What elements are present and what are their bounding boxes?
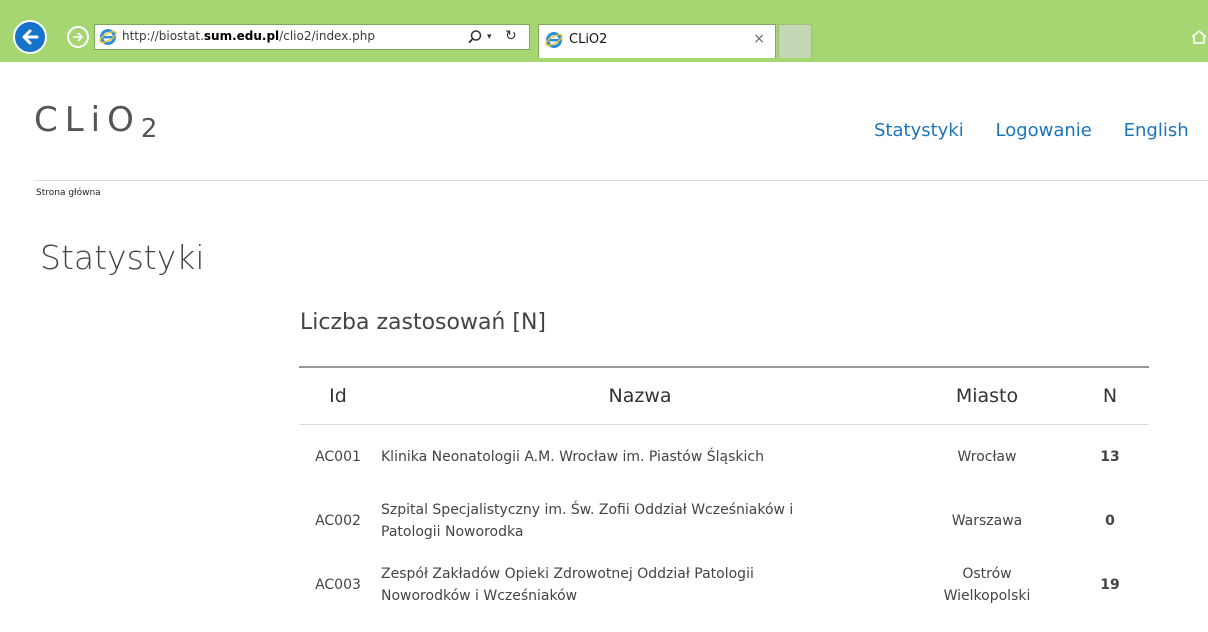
- main-nav: Statystyki Logowanie English: [874, 120, 1208, 141]
- column-header-n: N: [1071, 368, 1149, 425]
- table-row: AC003 Zespół Zakładów Opieki Zdrowotnej …: [299, 553, 1149, 617]
- cell-city: Ostrów Wielkopolski: [903, 553, 1071, 617]
- home-icon[interactable]: [1190, 28, 1208, 46]
- arrow-left-icon: [22, 29, 39, 45]
- ie-logo-icon: [545, 32, 563, 48]
- stats-table: Id Nazwa Miasto N AC001 Klinika Neonatol…: [299, 368, 1149, 617]
- new-tab-button[interactable]: [778, 24, 812, 58]
- url-host: sum.edu.pl: [203, 29, 280, 43]
- nav-item-logowanie[interactable]: Logowanie: [995, 120, 1091, 141]
- cell-n: 0: [1105, 513, 1115, 529]
- tab-title: CLiO2: [569, 32, 608, 47]
- cell-name-line1: Zespół Zakładów Opieki Zdrowotnej Oddzia…: [381, 566, 754, 582]
- cell-id: AC003: [315, 577, 361, 593]
- browser-chrome: http://biostat.sum.edu.pl/clio2/index.ph…: [0, 0, 1208, 62]
- address-bar[interactable]: http://biostat.sum.edu.pl/clio2/index.ph…: [94, 24, 530, 50]
- cell-name: Szpital Specjalistyczny im. Św. Zofii Od…: [377, 489, 903, 553]
- cell-name: Zespół Zakładów Opieki Zdrowotnej Oddzia…: [377, 553, 903, 617]
- cell-name-line2: Patologii Noworodka: [381, 524, 524, 540]
- table-header-row: Id Nazwa Miasto N: [299, 368, 1149, 425]
- cell-id: AC002: [315, 513, 361, 529]
- cell-name: Klinika Neonatologii A.M. Wrocław im. Pi…: [381, 449, 764, 465]
- column-header-name: Nazwa: [377, 368, 903, 425]
- cell-city: Wrocław: [957, 449, 1017, 465]
- cell-id: AC001: [315, 449, 361, 465]
- url-path: /clio2/index.php: [279, 29, 375, 43]
- section-title: Liczba zastosowań [N]: [300, 310, 546, 335]
- cell-city-line2: Wielkopolski: [943, 588, 1031, 604]
- nav-item-statystyki[interactable]: Statystyki: [874, 120, 964, 141]
- site-logo[interactable]: CLiO2: [34, 100, 157, 144]
- refresh-icon[interactable]: ↻: [505, 28, 517, 44]
- back-button[interactable]: [13, 20, 47, 54]
- cell-city-line1: Ostrów: [962, 566, 1012, 582]
- cell-city: Warszawa: [951, 513, 1023, 529]
- cell-name-line2: Noworodków i Wcześniaków: [381, 588, 578, 604]
- cell-n: 13: [1100, 449, 1120, 465]
- page-viewport: CLiO2 Statystyki Logowanie English Stron…: [12, 62, 1208, 632]
- browser-tab[interactable]: CLiO2 ×: [538, 24, 776, 58]
- logo-main: CLiO: [34, 100, 141, 140]
- breadcrumb[interactable]: Strona główna: [36, 188, 101, 198]
- column-header-id: Id: [299, 368, 377, 425]
- table-row: AC002 Szpital Specjalistyczny im. Św. Zo…: [299, 489, 1149, 553]
- cell-name-line1: Szpital Specjalistyczny im. Św. Zofii Od…: [381, 502, 794, 518]
- close-icon[interactable]: ×: [753, 31, 765, 47]
- url-prefix: http://biostat.: [122, 29, 204, 43]
- cell-n: 19: [1100, 577, 1120, 593]
- chevron-down-icon[interactable]: ▾: [487, 32, 492, 42]
- logo-sub: 2: [140, 114, 158, 144]
- url-text[interactable]: http://biostat.sum.edu.pl/clio2/index.ph…: [122, 29, 375, 43]
- table-row: AC001 Klinika Neonatologii A.M. Wrocław …: [299, 425, 1149, 490]
- column-header-city: Miasto: [903, 368, 1071, 425]
- ie-logo-icon: [99, 29, 117, 45]
- header-divider: [34, 180, 1208, 181]
- arrow-right-icon: [73, 32, 84, 42]
- page-title: Statystyki: [40, 238, 205, 277]
- forward-button[interactable]: [67, 26, 89, 48]
- nav-item-english[interactable]: English: [1124, 120, 1189, 141]
- search-icon[interactable]: [467, 29, 483, 45]
